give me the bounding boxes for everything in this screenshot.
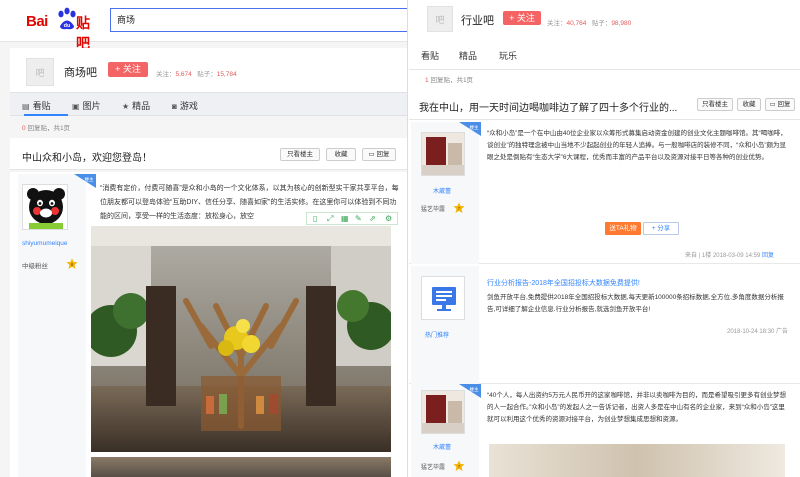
reply-button[interactable]: ▭ 回复 (362, 148, 396, 161)
ad-post: 热门推荐 行业分析报告-2018年全国招投标大数据免费提供! 剑鱼开放平台,免费… (409, 266, 800, 384)
share-icon[interactable]: ⇗ (369, 214, 376, 223)
thread-title-bar: 中山众和小岛，欢迎您登岛！ 只看楼主 收藏 ▭ 回复 (10, 138, 407, 170)
post-content: “40个人，每人出资约5万元人民币开的这家咖啡馆，并非以卖咖啡为目的，而是希望吸… (487, 392, 787, 423)
tab-view-posts[interactable]: ▤ 看贴 (22, 99, 51, 112)
tab-view-posts[interactable]: 看贴 (421, 49, 439, 62)
gamepad-icon: ◙ (172, 102, 177, 111)
follow-button[interactable]: + 关注 (503, 11, 541, 25)
forum-header: 吧 行业吧 + 关注 关注：40,764 贴子：98,980 (409, 0, 800, 40)
level-badge-icon: 7 (453, 202, 465, 213)
ad-title[interactable]: 行业分析报告-2018年全国招投标大数据免费提供! (487, 278, 787, 290)
reply-icon: ▭ (769, 101, 776, 108)
user-column: shiyumumeique 中级粉丝 8 楼主 (18, 174, 96, 477)
tab-featured[interactable]: ★ 精品 (122, 99, 150, 112)
home-icon: ▤ (22, 102, 30, 111)
reply-button[interactable]: ▭ 回复 (765, 98, 795, 111)
thread-title: 我在中山，用一天时间边喝咖啡边了解了四十多个行业的... (419, 103, 678, 114)
kumamon-avatar-icon (23, 185, 67, 229)
svg-text:楼主: 楼主 (470, 124, 479, 131)
thread-title-bar: 我在中山，用一天时间边喝咖啡边了解了四十多个行业的... 只看楼主 收藏 ▭ 回… (409, 88, 800, 120)
svg-text:du: du (64, 23, 71, 29)
tab-fun[interactable]: 玩乐 (499, 49, 517, 62)
avatar[interactable] (22, 184, 68, 230)
gift-button[interactable]: 送TA礼物 (605, 222, 641, 235)
image-icon: ▣ (72, 102, 80, 111)
user-column: 木葳蕾 猛艺毕露 7 楼主 (411, 122, 481, 264)
post-image-toolbar: ▯ ⤢ ▦ ✎ ⇗ ⚙ (306, 212, 398, 225)
zoom-icon[interactable]: ⤢ (327, 214, 333, 224)
post-meta: 来自 | 1楼 2018-03-09 14:59 回复 (685, 253, 774, 259)
avatar[interactable] (421, 276, 465, 320)
only-op-button[interactable]: 只看楼主 (697, 98, 733, 111)
post-photo-2[interactable] (91, 457, 391, 477)
active-tab-indicator (24, 114, 68, 116)
op-tag: 楼主 (459, 122, 481, 136)
forum-stats: 关注：5,674 贴子：15,784 (156, 71, 237, 78)
baidu-tieba-logo[interactable]: Bai du 贴吧 (26, 7, 102, 51)
edit-icon[interactable]: ✎ (355, 214, 362, 223)
baidu-paw-icon: du (58, 7, 76, 30)
plus-icon: + (651, 225, 656, 232)
avatar[interactable] (421, 132, 465, 176)
forum-name[interactable]: 商场吧 (64, 64, 97, 80)
level-title: 中级粉丝 (22, 263, 48, 270)
username[interactable]: shiyumumeique (22, 240, 68, 247)
search-input[interactable]: 商场 (110, 8, 407, 32)
svg-text:楼主: 楼主 (85, 176, 94, 183)
forum-avatar[interactable]: 吧 (427, 6, 453, 32)
username[interactable]: 木葳蕾 (433, 442, 451, 451)
forum-name[interactable]: 行业吧 (461, 12, 494, 28)
left-window: Bai du 贴吧 商场 吧 商场吧 + 关注 关注：5,674 贴子：15,7… (0, 0, 408, 477)
username[interactable]: 木葳蕾 (433, 186, 451, 195)
level-badge-icon: 8 (66, 258, 78, 269)
monitor-icon (422, 277, 464, 319)
post-floor-1: shiyumumeique 中级粉丝 8 楼主 “消费有定价，付费可随喜”是众和… (10, 172, 407, 477)
forum-tabs: 看贴 精品 玩乐 (409, 40, 800, 70)
op-tag: 楼主 (459, 384, 481, 398)
ad-meta: 2018-10-24 18:30 广告 (727, 329, 789, 335)
post-floor-2: 木葳蕾 猛艺毕露 7 楼主 “40个人，每人出资约5万元人民币开的这家咖啡馆，并… (409, 384, 800, 477)
logo-tieba-text: 贴吧 (76, 15, 90, 51)
share-button[interactable]: + 分享 (643, 222, 679, 235)
phone-icon[interactable]: ▯ (313, 214, 317, 223)
star-icon: ★ (122, 102, 130, 111)
reply-link[interactable]: 回复 (762, 253, 774, 259)
level-badge-icon: 7 (453, 460, 465, 471)
post-floor-1: 木葳蕾 猛艺毕露 7 楼主 “众和小岛”是一个在中山由40位企业家以众筹形式募集… (409, 122, 800, 264)
tab-featured[interactable]: 精品 (459, 49, 477, 62)
post-photo[interactable] (489, 444, 785, 477)
thread-title: 中山众和小岛，欢迎您登岛！ (22, 153, 152, 164)
forum-tabs: ▤ 看贴 ▣ 图片 ★ 精品 ◙ 游戏 (10, 92, 407, 116)
forum-avatar[interactable]: 吧 (26, 58, 54, 86)
op-tag: 楼主 (74, 174, 96, 188)
forum-header: 吧 商场吧 + 关注 关注：5,674 贴子：15,784 (10, 48, 407, 92)
user-column: 热门推荐 (411, 266, 479, 384)
post-photo-cafe[interactable] (91, 226, 391, 452)
hot-recommend-label: 热门推荐 (425, 333, 450, 339)
cafe-photo-icon (91, 226, 391, 452)
tab-images[interactable]: ▣ 图片 (72, 99, 101, 112)
user-photo-icon (422, 133, 464, 175)
tab-games[interactable]: ◙ 游戏 (172, 99, 198, 112)
only-op-button[interactable]: 只看楼主 (280, 148, 320, 161)
forum-stats: 关注：40,764 贴子：98,980 (547, 20, 632, 27)
ad-content: 剑鱼开放平台,免费提供2018年全国招投标大数据,每天更新100000条招标数据… (487, 294, 784, 313)
right-window: 吧 行业吧 + 关注 关注：40,764 贴子：98,980 看贴 精品 玩乐 … (409, 0, 800, 477)
reply-icon: ▭ (368, 151, 375, 158)
svg-text:楼主: 楼主 (470, 386, 479, 393)
user-column: 木葳蕾 猛艺毕露 7 楼主 (411, 384, 481, 477)
gear-icon[interactable]: ⚙ (385, 214, 392, 223)
level-title: 猛艺毕露 (421, 465, 446, 471)
logo-bai-text: Bai (26, 13, 48, 30)
top-bar: Bai du 贴吧 商场 (0, 0, 407, 51)
follow-button[interactable]: + 关注 (108, 62, 148, 77)
save-icon[interactable]: ▦ (341, 214, 349, 223)
level-title: 猛艺毕露 (421, 207, 446, 213)
reply-count: 1 回复贴，共1页 (425, 77, 474, 84)
collect-button[interactable]: 收藏 (737, 98, 761, 111)
post-content: “众和小岛”是一个在中山由40位企业家以众筹形式募集启动资金创建的创业文化主题咖… (487, 130, 787, 161)
reply-count: 0 回复贴，共1页 (22, 125, 71, 132)
collect-button[interactable]: 收藏 (326, 148, 356, 161)
